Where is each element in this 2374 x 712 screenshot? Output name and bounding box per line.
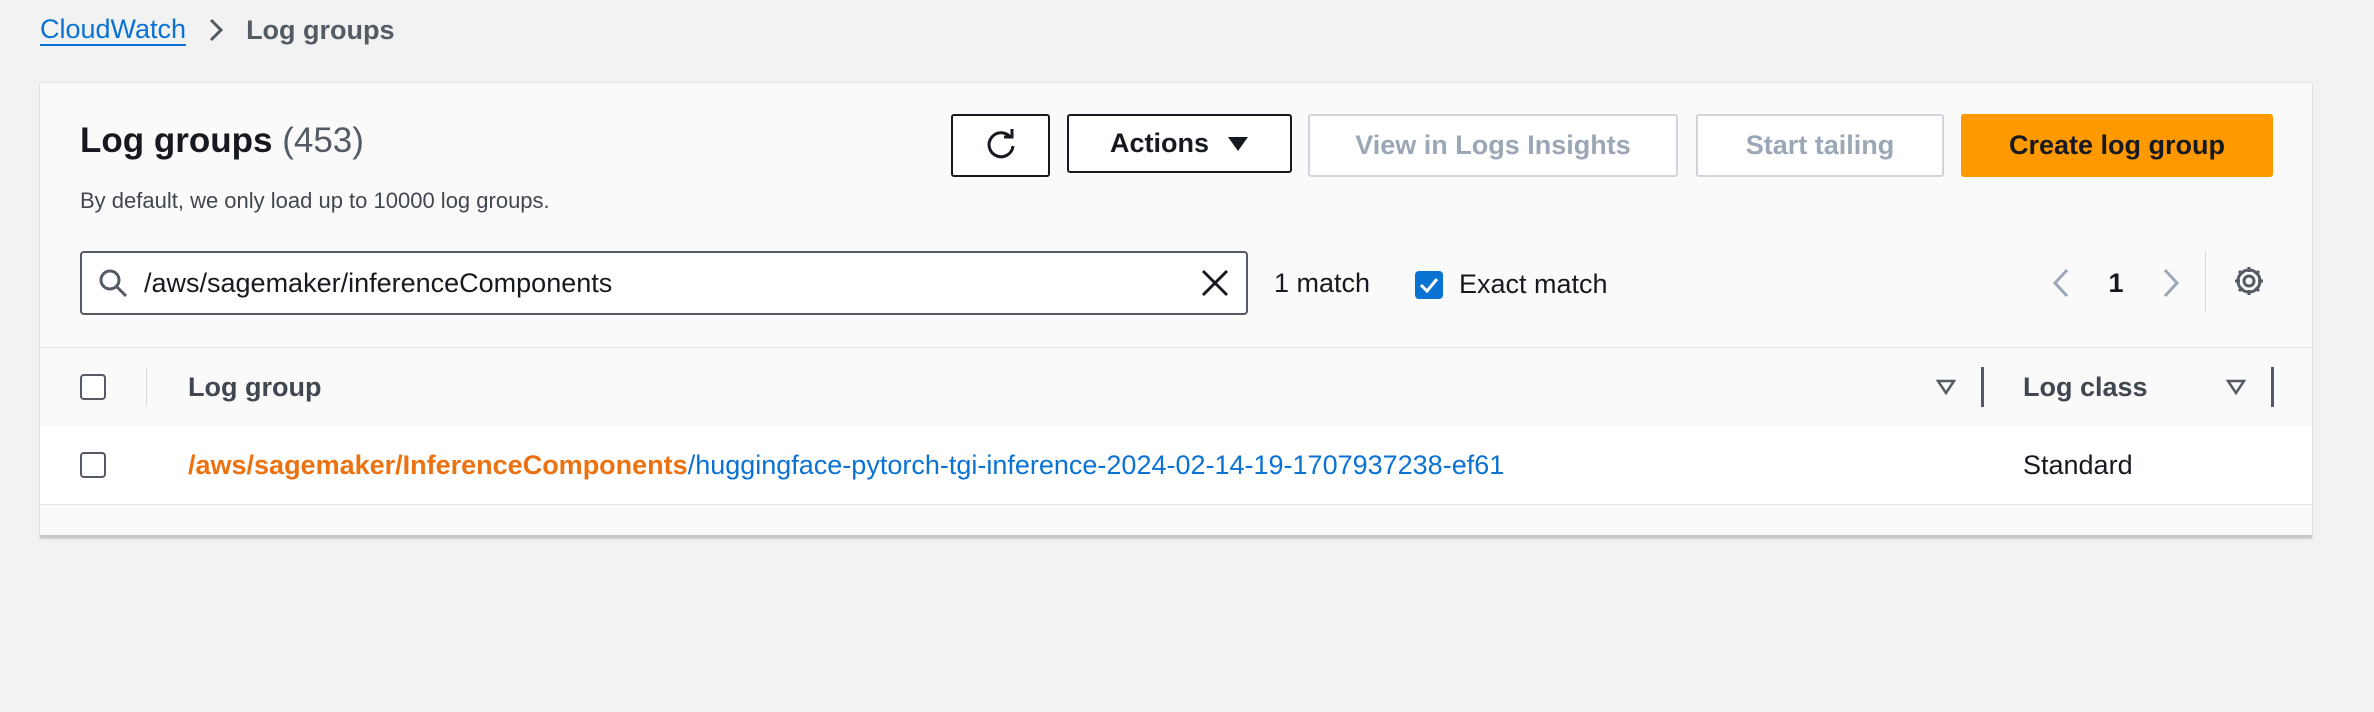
search-field — [80, 251, 1248, 315]
log-groups-panel: Log groups (453) By default, we only loa… — [40, 83, 2312, 538]
column-header-log-group[interactable]: Log group — [188, 372, 321, 403]
log-group-name-rest: /huggingface-pytorch-tgi-inference-2024-… — [687, 450, 1505, 480]
match-count: 1 match — [1274, 268, 1371, 298]
current-page-number[interactable]: 1 — [2081, 268, 2151, 299]
column-header-log-class[interactable]: Log class — [2023, 372, 2148, 403]
previous-page-icon[interactable] — [2041, 263, 2081, 303]
search-icon — [98, 267, 130, 299]
log-group-match-highlight: /aws/sagemaker/InferenceComponents — [188, 450, 688, 480]
caret-down-icon — [1227, 136, 1249, 152]
row-select-checkbox[interactable] — [80, 452, 106, 478]
pagination-divider — [2205, 251, 2206, 313]
create-log-group-button[interactable]: Create log group — [1961, 114, 2273, 177]
start-tailing-button[interactable]: Start tailing — [1696, 114, 1944, 177]
chevron-right-icon — [208, 17, 224, 43]
next-page-icon[interactable] — [2151, 263, 2191, 303]
log-group-link[interactable]: /aws/sagemaker/InferenceComponents/huggi… — [188, 450, 1504, 481]
breadcrumb-cloudwatch-link[interactable]: CloudWatch — [40, 14, 187, 46]
panel-title-text: Log groups — [80, 121, 273, 160]
column-divider — [146, 368, 147, 406]
column-resizer[interactable] — [1981, 367, 1984, 407]
select-all-checkbox[interactable] — [80, 374, 106, 400]
exact-match-checkbox[interactable] — [1415, 270, 1443, 299]
clear-icon[interactable] — [1200, 267, 1232, 299]
actions-label: Actions — [1109, 128, 1209, 158]
pagination: 1 — [2041, 253, 2191, 313]
sort-down-icon[interactable] — [1934, 375, 1958, 399]
log-group-count: (453) — [282, 121, 364, 160]
refresh-button[interactable] — [951, 114, 1050, 177]
panel-description: By default, we only load up to 10000 log… — [80, 188, 550, 213]
page-title: Log groups (453) — [80, 121, 364, 161]
table-row: /aws/sagemaker/InferenceComponents/huggi… — [40, 426, 2312, 505]
gear-icon[interactable] — [2229, 261, 2269, 301]
breadcrumb-current: Log groups — [246, 14, 395, 45]
sort-down-icon[interactable] — [2224, 375, 2248, 399]
log-class-cell: Standard — [2023, 450, 2133, 480]
search-input[interactable] — [144, 263, 1200, 303]
exact-match-toggle[interactable]: Exact match — [1415, 269, 1608, 300]
table-header: Log group Log class — [40, 347, 2312, 427]
view-in-logs-insights-button[interactable]: View in Logs Insights — [1308, 114, 1678, 177]
exact-match-label: Exact match — [1459, 269, 1608, 299]
actions-dropdown-button[interactable]: Actions — [1067, 114, 1292, 173]
column-resizer[interactable] — [2271, 367, 2274, 407]
refresh-icon — [984, 128, 1018, 163]
breadcrumb: CloudWatch Log groups — [40, 12, 395, 48]
